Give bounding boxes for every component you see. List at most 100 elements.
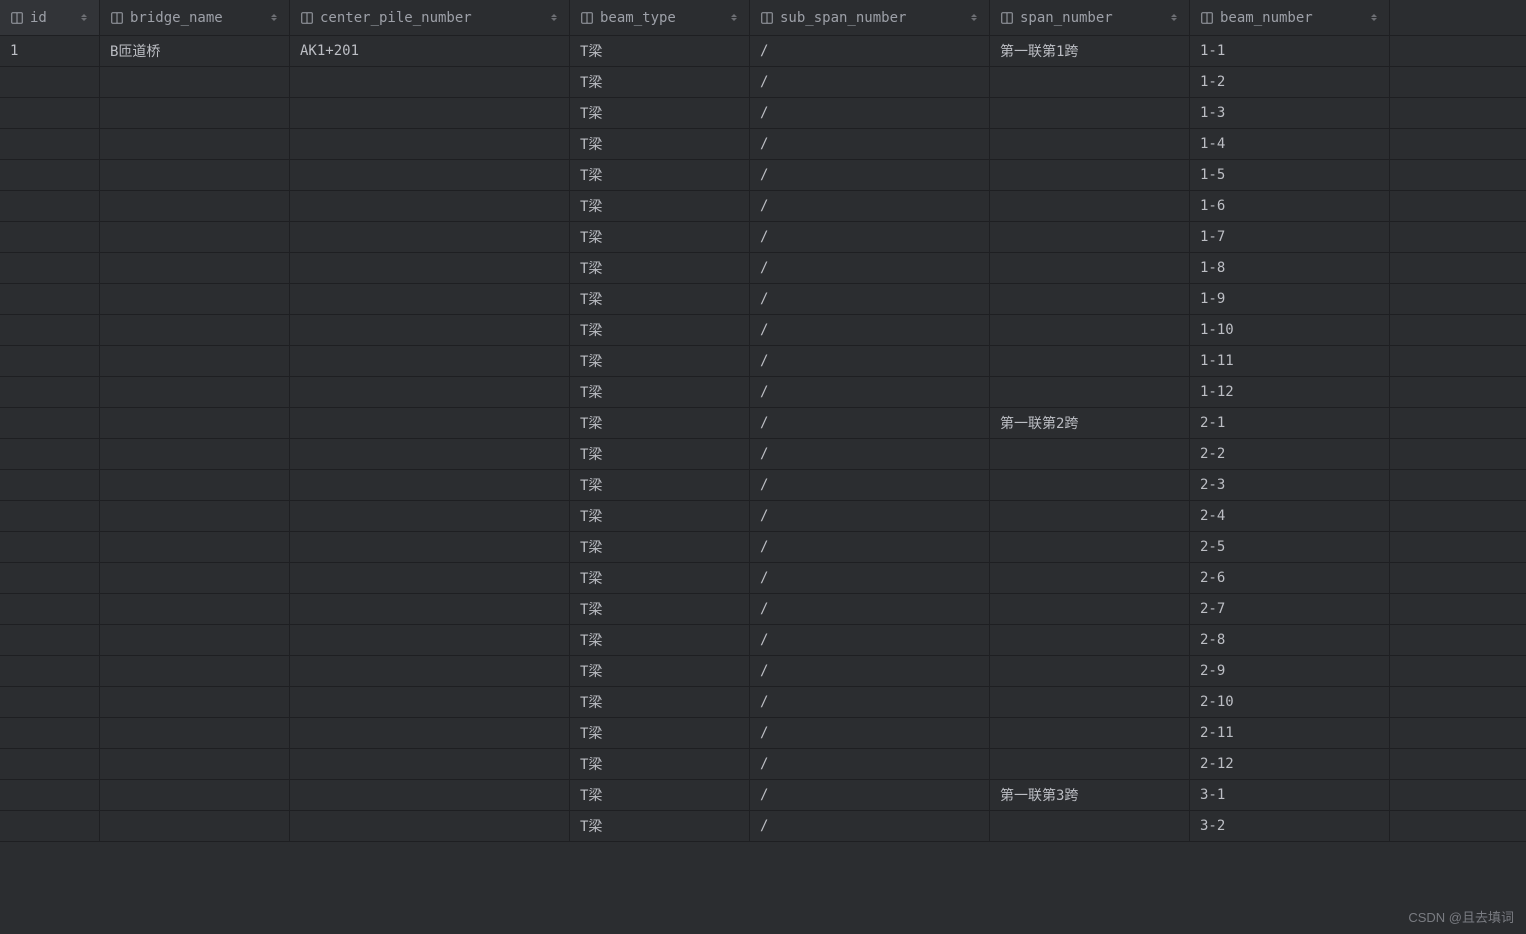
cell-span_number[interactable] [990,625,1190,655]
cell-bridge_name[interactable] [100,532,290,562]
cell-beam_type[interactable]: T梁 [570,129,750,159]
table-row[interactable]: T梁/2-3 [0,470,1526,501]
cell-center_pile_number[interactable] [290,315,570,345]
cell-sub_span_number[interactable]: / [750,625,990,655]
column-header-bridge_name[interactable]: bridge_name [100,0,290,35]
table-row[interactable]: 1B匝道桥AK1+201T梁/第一联第1跨1-1 [0,36,1526,67]
cell-id[interactable] [0,439,100,469]
cell-beam_type[interactable]: T梁 [570,222,750,252]
cell-center_pile_number[interactable] [290,253,570,283]
cell-center_pile_number[interactable] [290,346,570,376]
cell-bridge_name[interactable] [100,687,290,717]
cell-center_pile_number[interactable] [290,718,570,748]
cell-beam_type[interactable]: T梁 [570,594,750,624]
cell-sub_span_number[interactable]: / [750,67,990,97]
cell-sub_span_number[interactable]: / [750,129,990,159]
cell-id[interactable] [0,470,100,500]
cell-beam_type[interactable]: T梁 [570,191,750,221]
cell-beam_type[interactable]: T梁 [570,563,750,593]
cell-beam_type[interactable]: T梁 [570,811,750,841]
cell-bridge_name[interactable] [100,408,290,438]
cell-span_number[interactable]: 第一联第1跨 [990,36,1190,66]
column-header-beam_number[interactable]: beam_number [1190,0,1390,35]
sort-icon[interactable] [1369,14,1379,21]
table-row[interactable]: T梁/2-6 [0,563,1526,594]
cell-bridge_name[interactable] [100,222,290,252]
cell-span_number[interactable] [990,284,1190,314]
column-header-id[interactable]: id [0,0,100,35]
cell-bridge_name[interactable] [100,315,290,345]
cell-beam_number[interactable]: 2-4 [1190,501,1390,531]
cell-bridge_name[interactable] [100,594,290,624]
cell-span_number[interactable] [990,191,1190,221]
table-row[interactable]: T梁/1-10 [0,315,1526,346]
cell-beam_type[interactable]: T梁 [570,501,750,531]
cell-center_pile_number[interactable] [290,439,570,469]
cell-beam_type[interactable]: T梁 [570,439,750,469]
cell-center_pile_number[interactable] [290,811,570,841]
cell-center_pile_number[interactable] [290,222,570,252]
cell-id[interactable] [0,377,100,407]
cell-sub_span_number[interactable]: / [750,501,990,531]
table-row[interactable]: T梁/2-7 [0,594,1526,625]
cell-sub_span_number[interactable]: / [750,811,990,841]
cell-beam_number[interactable]: 1-2 [1190,67,1390,97]
cell-beam_type[interactable]: T梁 [570,625,750,655]
cell-center_pile_number[interactable] [290,780,570,810]
cell-beam_type[interactable]: T梁 [570,253,750,283]
table-row[interactable]: T梁/2-12 [0,749,1526,780]
cell-center_pile_number[interactable] [290,191,570,221]
cell-id[interactable] [0,160,100,190]
cell-sub_span_number[interactable]: / [750,98,990,128]
cell-bridge_name[interactable] [100,563,290,593]
cell-beam_type[interactable]: T梁 [570,470,750,500]
cell-beam_type[interactable]: T梁 [570,36,750,66]
cell-beam_number[interactable]: 1-4 [1190,129,1390,159]
table-row[interactable]: T梁/1-11 [0,346,1526,377]
column-header-sub_span_number[interactable]: sub_span_number [750,0,990,35]
cell-sub_span_number[interactable]: / [750,222,990,252]
cell-beam_number[interactable]: 1-3 [1190,98,1390,128]
cell-bridge_name[interactable] [100,377,290,407]
cell-bridge_name[interactable] [100,129,290,159]
cell-span_number[interactable] [990,439,1190,469]
cell-span_number[interactable] [990,594,1190,624]
cell-sub_span_number[interactable]: / [750,160,990,190]
cell-bridge_name[interactable] [100,656,290,686]
cell-center_pile_number[interactable] [290,377,570,407]
cell-id[interactable] [0,718,100,748]
table-row[interactable]: T梁/第一联第3跨3-1 [0,780,1526,811]
table-row[interactable]: T梁/3-2 [0,811,1526,842]
cell-span_number[interactable] [990,718,1190,748]
table-row[interactable]: T梁/2-10 [0,687,1526,718]
cell-span_number[interactable]: 第一联第3跨 [990,780,1190,810]
cell-sub_span_number[interactable]: / [750,656,990,686]
cell-id[interactable] [0,656,100,686]
cell-beam_number[interactable]: 1-5 [1190,160,1390,190]
cell-beam_type[interactable]: T梁 [570,718,750,748]
table-row[interactable]: T梁/1-12 [0,377,1526,408]
cell-beam_number[interactable]: 1-1 [1190,36,1390,66]
cell-center_pile_number[interactable] [290,563,570,593]
cell-id[interactable] [0,408,100,438]
cell-span_number[interactable]: 第一联第2跨 [990,408,1190,438]
cell-center_pile_number[interactable] [290,67,570,97]
cell-span_number[interactable] [990,811,1190,841]
cell-center_pile_number[interactable] [290,625,570,655]
cell-beam_type[interactable]: T梁 [570,315,750,345]
cell-sub_span_number[interactable]: / [750,594,990,624]
cell-center_pile_number[interactable] [290,408,570,438]
cell-center_pile_number[interactable] [290,749,570,779]
cell-bridge_name[interactable] [100,346,290,376]
cell-span_number[interactable] [990,563,1190,593]
cell-center_pile_number[interactable] [290,129,570,159]
cell-bridge_name[interactable] [100,439,290,469]
table-row[interactable]: T梁/1-8 [0,253,1526,284]
cell-id[interactable] [0,501,100,531]
cell-span_number[interactable] [990,67,1190,97]
table-row[interactable]: T梁/1-6 [0,191,1526,222]
cell-bridge_name[interactable] [100,718,290,748]
cell-id[interactable] [0,625,100,655]
cell-beam_type[interactable]: T梁 [570,67,750,97]
cell-span_number[interactable] [990,749,1190,779]
